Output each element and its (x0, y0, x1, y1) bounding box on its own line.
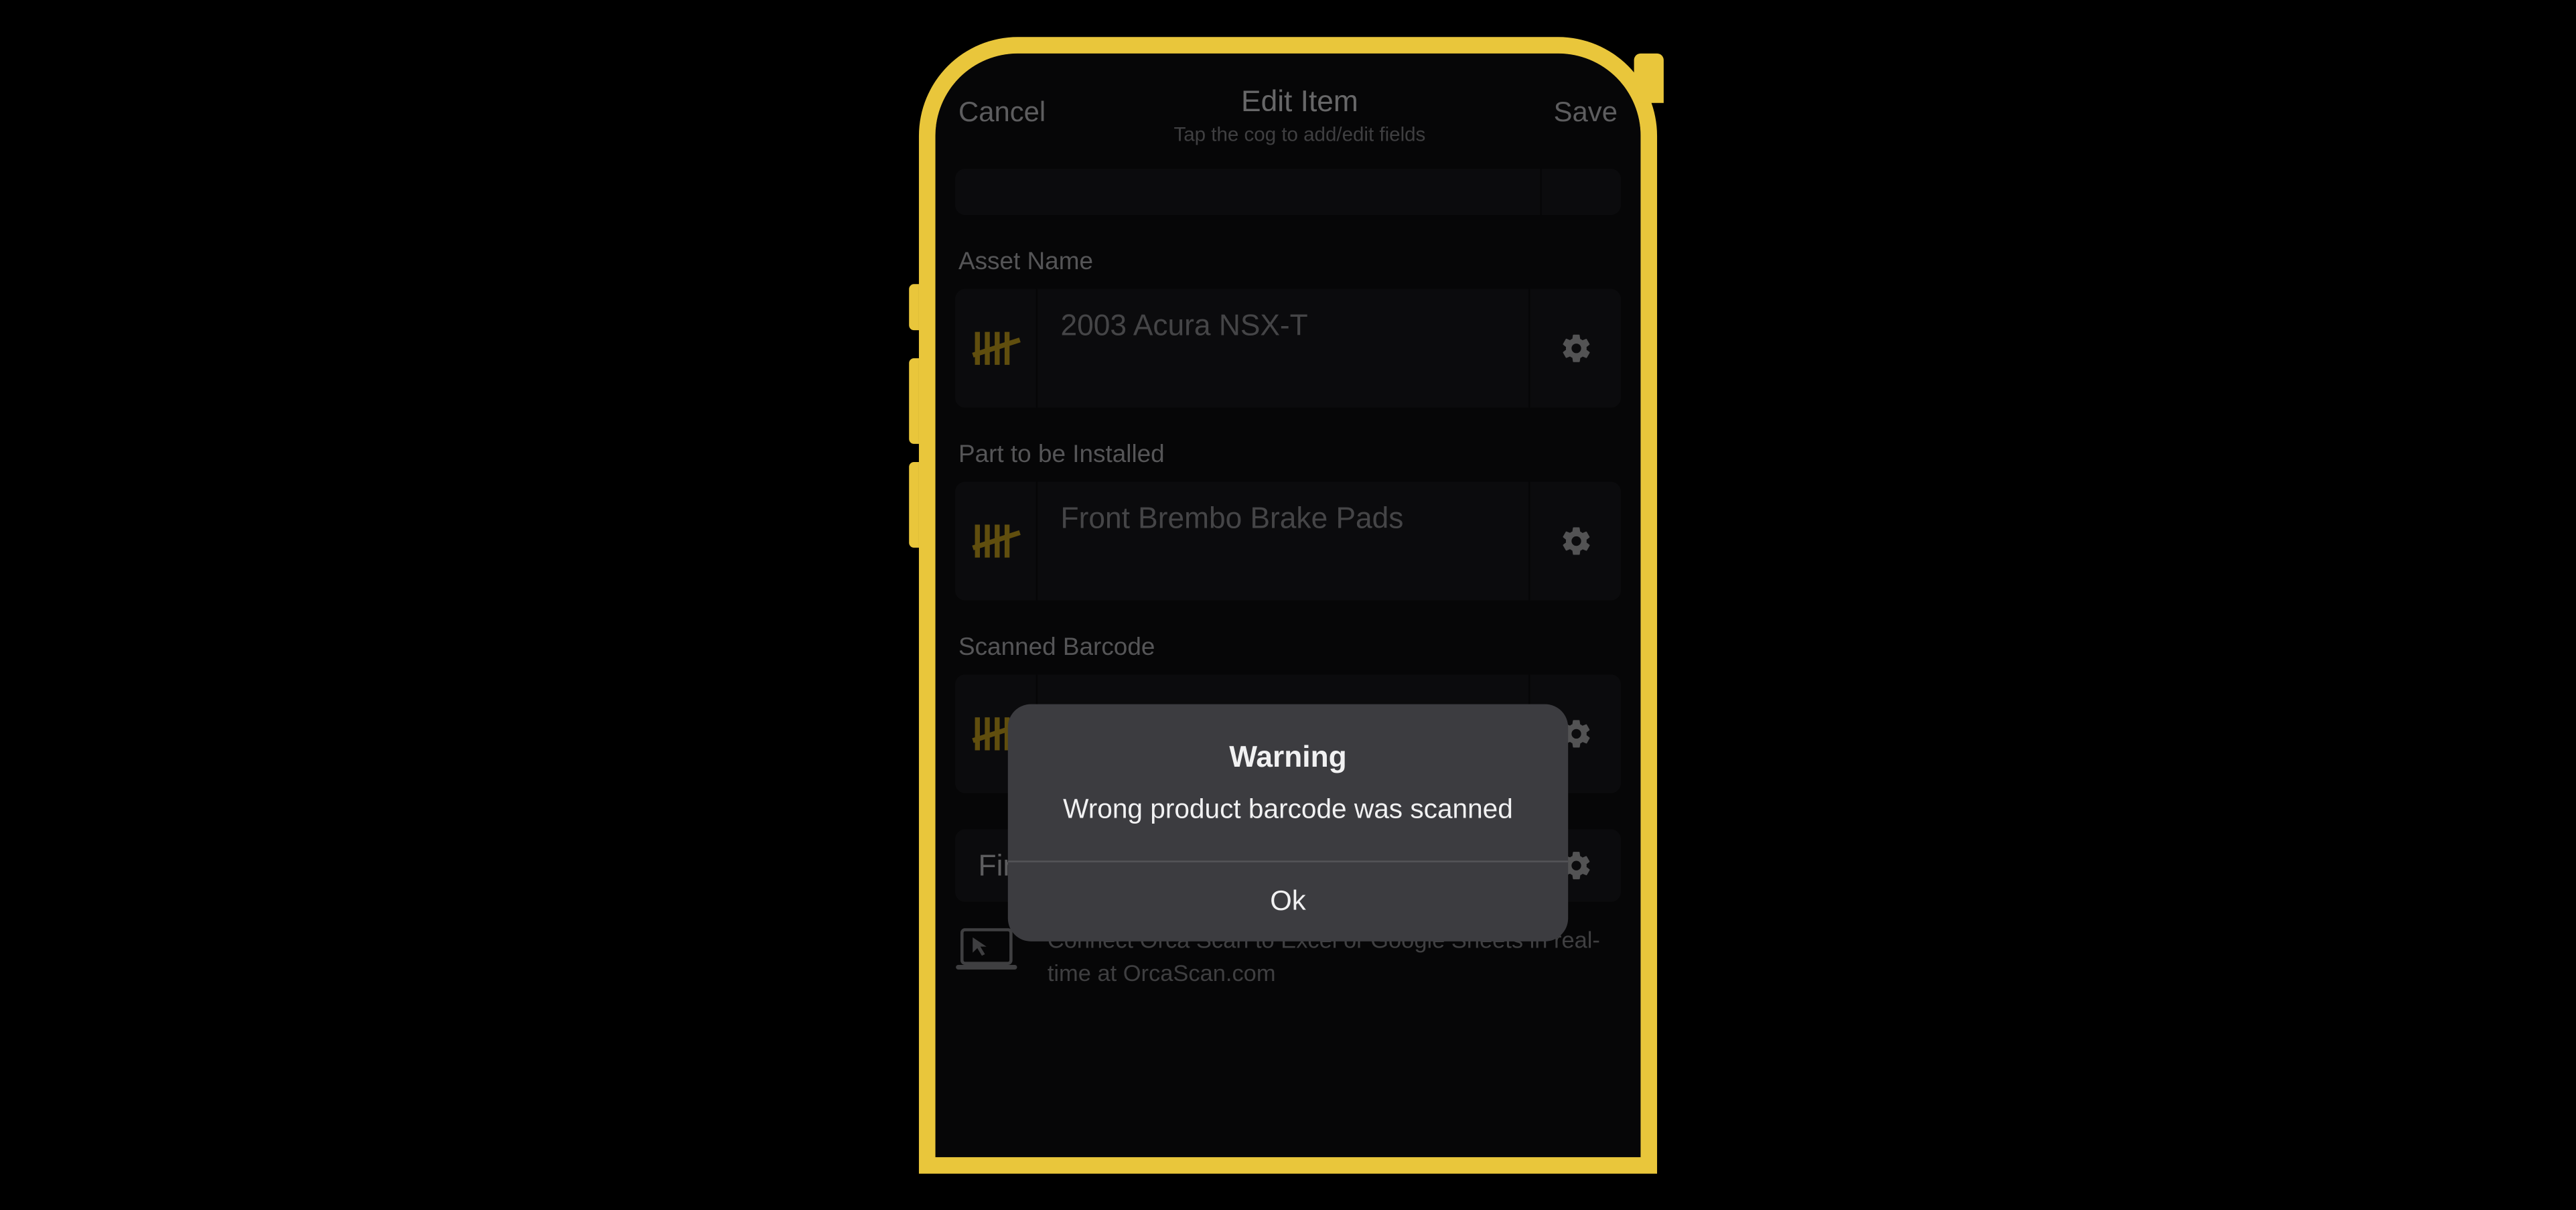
field-label: Part to be Installed (958, 441, 1618, 469)
gear-icon (1559, 331, 1592, 364)
cancel-button[interactable]: Cancel (958, 96, 1046, 145)
tally-icon (974, 524, 1017, 557)
page-title: Edit Item (1173, 84, 1425, 119)
tally-icon (974, 331, 1017, 364)
screen: Cancel Edit Item Tap the cog to add/edit… (936, 53, 1641, 1156)
page-subtitle: Tap the cog to add/edit fields (1173, 123, 1425, 145)
scan-button[interactable] (955, 481, 1037, 600)
navbar: Cancel Edit Item Tap the cog to add/edit… (936, 53, 1641, 155)
scan-button[interactable] (955, 289, 1037, 407)
volume-up-physical (909, 358, 919, 444)
field-label: Scanned Barcode (958, 633, 1618, 661)
field-settings-button[interactable] (1528, 481, 1621, 600)
asset-name-field: 2003 Acura NSX-T (955, 289, 1621, 407)
field-label: Asset Name (958, 248, 1618, 276)
previous-field-row[interactable] (955, 169, 1621, 215)
field-settings-button[interactable] (1528, 289, 1621, 407)
asset-name-input[interactable]: 2003 Acura NSX-T (1037, 289, 1528, 407)
modal-ok-button[interactable]: Ok (1008, 862, 1568, 941)
part-field: Front Brembo Brake Pads (955, 481, 1621, 600)
part-input[interactable]: Front Brembo Brake Pads (1037, 481, 1528, 600)
save-button[interactable]: Save (1554, 96, 1618, 145)
modal-message: Wrong product barcode was scanned (1041, 791, 1535, 828)
modal-title: Warning (1041, 740, 1535, 775)
mute-switch-physical (909, 284, 919, 330)
phone-frame: Cancel Edit Item Tap the cog to add/edit… (919, 37, 1657, 1173)
volume-down-physical (909, 461, 919, 547)
gear-icon (1559, 524, 1592, 557)
laptop-cursor-icon (955, 928, 1017, 971)
warning-modal: Warning Wrong product barcode was scanne… (1008, 704, 1568, 941)
navbar-center: Edit Item Tap the cog to add/edit fields (1173, 84, 1425, 145)
